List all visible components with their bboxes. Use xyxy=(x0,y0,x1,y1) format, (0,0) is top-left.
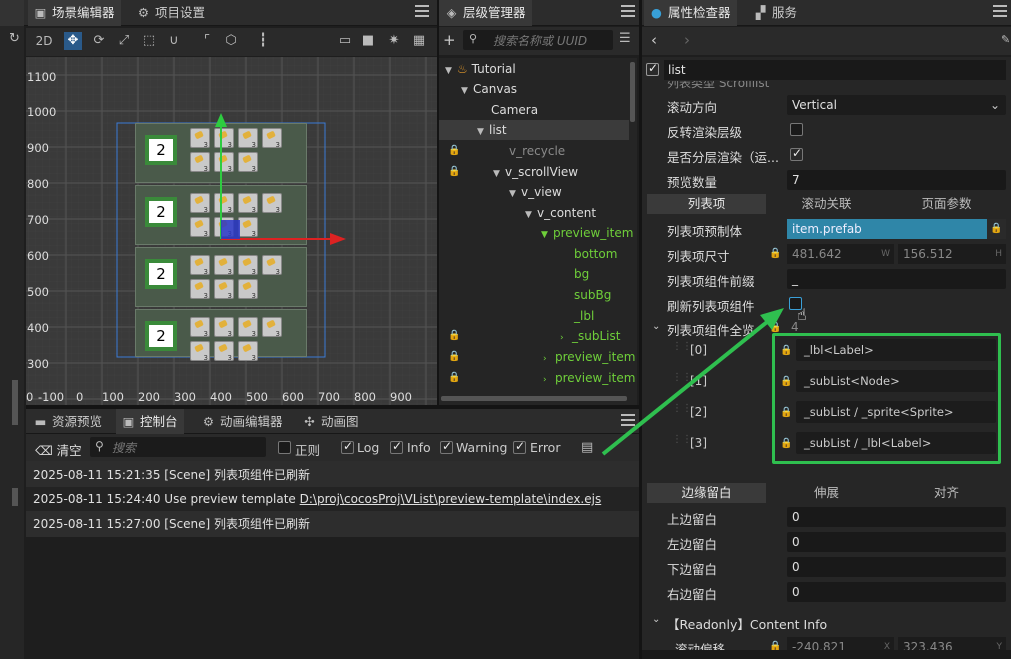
annotation-arrow xyxy=(601,308,784,456)
